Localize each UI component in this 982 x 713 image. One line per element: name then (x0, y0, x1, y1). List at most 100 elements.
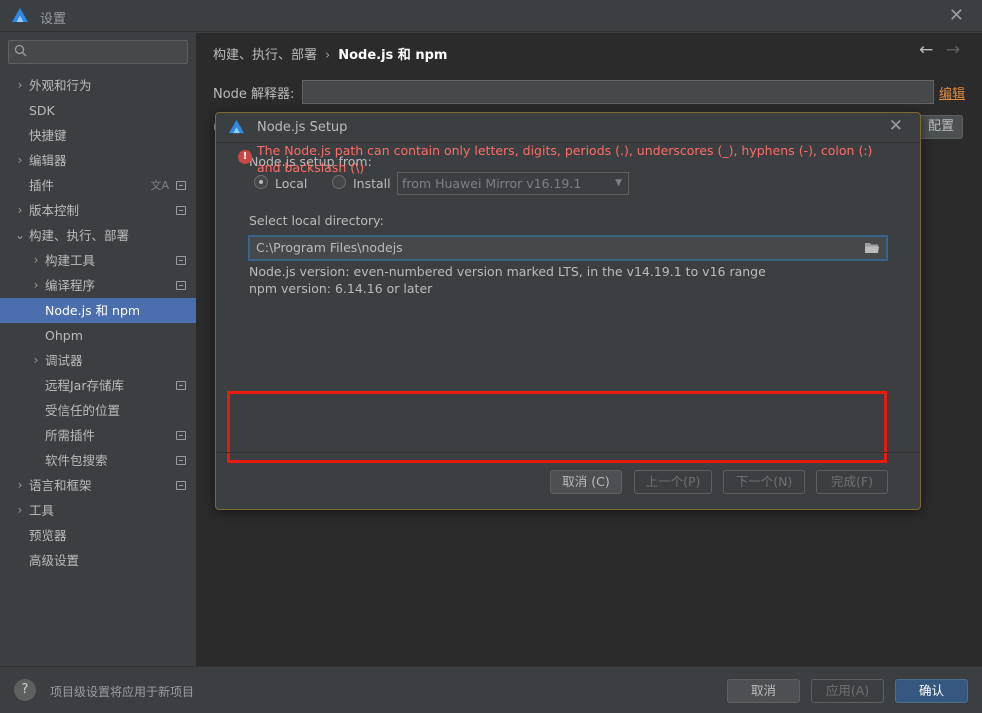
chevron-right-icon[interactable]: › (14, 198, 26, 223)
settings-sidebar: › 外观和行为 SDK 快捷键 › 编辑器 插件 文A › 版本控制 ⌄ 构建、执行、部署 › 构建工具 ›… (0, 33, 196, 666)
install-radio[interactable] (332, 175, 346, 189)
window-close-icon[interactable]: ✕ (949, 5, 964, 26)
finish-button[interactable]: 完成(F) (816, 470, 888, 494)
sidebar-item-label: SDK (29, 103, 55, 118)
project-level-icon (176, 206, 186, 215)
npm-version-hint: npm version: 6.14.16 or later (249, 281, 433, 296)
settings-footer: ? 项目级设置将应用于新项目 取消 应用(A) 确认 (0, 666, 982, 713)
sidebar-item-label: 插件 (29, 178, 55, 193)
sidebar-item[interactable]: 高级设置 (0, 548, 196, 573)
sidebar-item-label: 远程Jar存储库 (45, 378, 124, 393)
cancel-button[interactable]: 取消 (727, 679, 800, 703)
search-input[interactable] (8, 40, 188, 64)
sidebar-item-label: 编译程序 (45, 278, 96, 293)
sidebar-item[interactable]: › 工具 (0, 498, 196, 523)
directory-value: C:\Program Files\nodejs (256, 240, 403, 255)
nodejs-setup-dialog: Node.js Setup ✕ Node.js setup from: Loca… (215, 112, 921, 510)
sidebar-item[interactable]: 所需插件 (0, 423, 196, 448)
chevron-right-icon[interactable]: › (30, 273, 42, 298)
sidebar-item-label: 受信任的位置 (45, 403, 121, 418)
sidebar-item[interactable]: 插件 文A (0, 173, 196, 198)
sidebar-item[interactable]: 软件包搜索 (0, 448, 196, 473)
node-interpreter-field[interactable] (302, 80, 934, 104)
chevron-right-icon[interactable]: › (14, 73, 26, 98)
sidebar-item[interactable]: SDK (0, 98, 196, 123)
sidebar-item-label: 所需插件 (45, 428, 96, 443)
sidebar-item[interactable]: 预览器 (0, 523, 196, 548)
sidebar-item[interactable]: › 构建工具 (0, 248, 196, 273)
sidebar-item[interactable]: › 版本控制 (0, 198, 196, 223)
sidebar-item-label: 构建、执行、部署 (29, 228, 130, 243)
previous-button[interactable]: 上一个(P) (634, 470, 712, 494)
local-radio[interactable] (254, 175, 268, 189)
back-arrow-icon[interactable]: ← (919, 40, 933, 60)
folder-icon[interactable] (864, 241, 880, 255)
sidebar-item-label: 版本控制 (29, 203, 80, 218)
sidebar-item-label: 构建工具 (45, 253, 96, 268)
project-level-icon (176, 481, 186, 490)
sidebar-item-label: 软件包搜索 (45, 453, 108, 468)
sidebar-item-label: 预览器 (29, 528, 67, 543)
dialog-divider (216, 452, 920, 453)
sidebar-item-label: 编辑器 (29, 153, 67, 168)
project-level-icon (176, 256, 186, 265)
breadcrumb: 构建、执行、部署 › Node.js 和 npm (213, 44, 447, 63)
translate-icon: 文A (150, 179, 169, 192)
chevron-right-icon[interactable]: › (14, 473, 26, 498)
project-level-icon (176, 456, 186, 465)
app-logo-icon (228, 119, 245, 134)
error-icon: ! (238, 150, 252, 164)
sidebar-item[interactable]: Ohpm (0, 323, 196, 348)
sidebar-item[interactable]: 快捷键 (0, 123, 196, 148)
select-directory-label: Select local directory: (249, 213, 384, 228)
node-interpreter-label: Node 解释器: (213, 87, 295, 102)
chevron-right-icon[interactable]: › (30, 348, 42, 373)
project-level-icon (176, 181, 186, 190)
sidebar-item[interactable]: 远程Jar存储库 (0, 373, 196, 398)
dialog-close-icon[interactable]: ✕ (889, 116, 903, 136)
project-level-icon (176, 431, 186, 440)
next-button[interactable]: 下一个(N) (723, 470, 805, 494)
chevron-down-icon: ▼ (615, 178, 622, 188)
dialog-title: Node.js Setup (257, 120, 348, 135)
project-level-icon (176, 381, 186, 390)
breadcrumb-parent[interactable]: 构建、执行、部署 (213, 48, 317, 63)
help-icon[interactable]: ? (14, 679, 36, 701)
sidebar-item-label: Node.js 和 npm (45, 303, 141, 318)
sidebar-item-label: Ohpm (45, 328, 83, 343)
sidebar-item[interactable]: Node.js 和 npm (0, 298, 196, 323)
sidebar-item-label: 语言和框架 (29, 478, 92, 493)
chevron-right-icon[interactable]: › (14, 498, 26, 523)
sidebar-item[interactable]: › 语言和框架 (0, 473, 196, 498)
project-level-icon (176, 281, 186, 290)
sidebar-item[interactable]: › 编辑器 (0, 148, 196, 173)
node-version-hint: Node.js version: even-numbered version m… (249, 264, 766, 279)
sidebar-item[interactable]: ⌄ 构建、执行、部署 (0, 223, 196, 248)
window-titlebar: 设置 ✕ (0, 0, 982, 32)
mirror-version-value: from Huawei Mirror v16.19.1 (402, 176, 582, 191)
footer-hint: 项目级设置将应用于新项目 (50, 685, 195, 699)
directory-field[interactable]: C:\Program Files\nodejs (248, 235, 888, 261)
dialog-cancel-button[interactable]: 取消 (C) (550, 470, 622, 494)
sidebar-item[interactable]: › 编译程序 (0, 273, 196, 298)
search-icon (14, 44, 27, 57)
sidebar-item-label: 快捷键 (29, 128, 67, 143)
dialog-titlebar: Node.js Setup ✕ (216, 113, 920, 143)
local-radio-label[interactable]: Local (275, 176, 307, 191)
ok-button[interactable]: 确认 (895, 679, 968, 703)
chevron-down-icon[interactable]: ⌄ (14, 223, 26, 248)
sidebar-item[interactable]: › 调试器 (0, 348, 196, 373)
app-logo-icon (12, 8, 28, 22)
install-radio-label[interactable]: Install (353, 176, 391, 191)
apply-button[interactable]: 应用(A) (811, 679, 884, 703)
sidebar-item[interactable]: 受信任的位置 (0, 398, 196, 423)
chevron-right-icon[interactable]: › (14, 148, 26, 173)
edit-link[interactable]: 编辑 (939, 83, 965, 102)
error-message: The Node.js path can contain only letter… (257, 143, 873, 175)
sidebar-item[interactable]: › 外观和行为 (0, 73, 196, 98)
sidebar-item-label: 调试器 (45, 353, 83, 368)
forward-arrow-icon[interactable]: → (946, 40, 960, 60)
chevron-right-icon[interactable]: › (30, 248, 42, 273)
sidebar-item-label: 工具 (29, 503, 55, 518)
breadcrumb-separator: › (325, 48, 331, 63)
